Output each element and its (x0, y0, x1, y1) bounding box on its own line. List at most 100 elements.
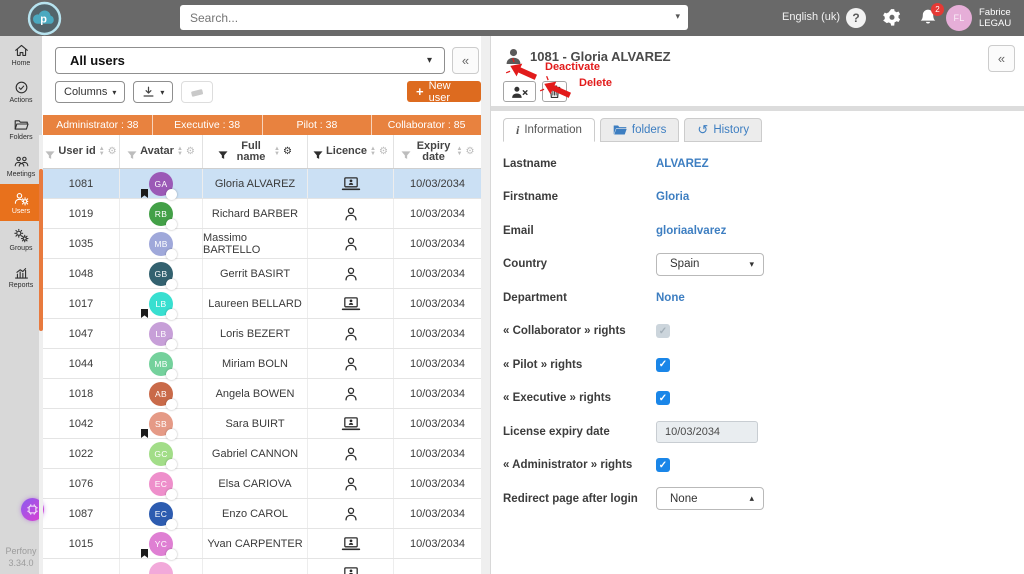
administrator-rights-checkbox[interactable]: ✓ (656, 458, 670, 473)
sort-icons[interactable]: ▲ ▼ (457, 146, 463, 157)
sort-icons[interactable]: ▲ ▼ (177, 146, 183, 157)
table-row[interactable]: 1042 SB Sara BUIRT 10/03/2034 (43, 409, 481, 440)
column-settings-icon[interactable]: ⚙ (186, 146, 195, 157)
column-header-user-id[interactable]: User id ▲ ▼ ⚙ (43, 135, 120, 168)
status-dot (166, 518, 177, 530)
column-header-licence[interactable]: Licence ▲ ▼ ⚙ (308, 135, 394, 168)
help-icon[interactable]: ? (846, 8, 866, 28)
user-id: 1048 (68, 267, 94, 280)
bell-icon[interactable]: 2 (917, 3, 944, 29)
field-label-email: Email (503, 224, 534, 237)
avatar[interactable]: EC (149, 501, 177, 530)
avatar[interactable] (149, 561, 173, 574)
table-row[interactable]: 1015 YC Yvan CARPENTER 10/03/2034 (43, 529, 481, 560)
sidebar-item-actions[interactable]: Actions (0, 73, 42, 110)
avatar[interactable]: LB (141, 291, 177, 320)
avatar[interactable]: GB (149, 261, 177, 290)
table-row[interactable]: 1018 AB Angela BOWEN 10/03/2034 (43, 379, 481, 410)
search-input[interactable] (180, 5, 670, 30)
column-settings-icon[interactable]: ⚙ (108, 146, 117, 157)
filter-icon[interactable] (401, 147, 411, 159)
sort-icons[interactable]: ▲ ▼ (99, 146, 105, 157)
user-id: 1047 (68, 327, 94, 340)
user-detail-panel: 1081 - Gloria ALVAREZ « Deactivate Delet… (490, 36, 1024, 574)
licence-person-icon (341, 266, 361, 282)
expiry-date: 10/03/2034 (409, 537, 466, 550)
export-button[interactable]: ▾ (133, 81, 174, 103)
field-value-email[interactable]: gloriaalvarez (656, 225, 726, 237)
expiry-date: 10/03/2034 (409, 387, 466, 400)
column-header-full-name[interactable]: Full name ▲ ▼ ⚙ (203, 135, 308, 168)
sidebar-item-users[interactable]: Users (0, 184, 42, 221)
table-row[interactable]: 1017 LB Laureen BELLARD 10/03/2034 (43, 289, 481, 320)
field-label-collaborator-rights: « Collaborator » rights (503, 325, 626, 338)
column-settings-icon[interactable]: ⚙ (283, 146, 292, 157)
country-select[interactable]: Spain ▾ (656, 252, 764, 276)
column-settings-icon[interactable]: ⚙ (379, 146, 388, 157)
executive-rights-checkbox[interactable]: ✓ (656, 391, 670, 406)
table-row[interactable]: 1022 GC Gabriel CANNON 10/03/2034 (43, 439, 481, 470)
user-avatar[interactable]: FL (946, 5, 972, 31)
column-header-expiry-date[interactable]: Expiry date ▲ ▼ ⚙ (394, 135, 481, 168)
field-value-lastname[interactable]: ALVAREZ (656, 158, 709, 170)
avatar[interactable]: MB (149, 351, 177, 380)
scrollbar-thumb[interactable] (39, 169, 43, 331)
pilot-rights-checkbox[interactable]: ✓ (656, 357, 670, 372)
detail-tabs: i Information folders ↺ History (503, 118, 763, 142)
sidebar-item-home[interactable]: Home (0, 36, 42, 73)
column-header-avatar[interactable]: Avatar ▲ ▼ ⚙ (120, 135, 203, 168)
table-row[interactable]: 1081 GA Gloria ALVAREZ 10/03/2034 (43, 169, 481, 200)
table-scrollbar[interactable] (39, 135, 43, 574)
field-value-department[interactable]: None (656, 292, 685, 304)
table-row[interactable]: 1035 MB Massimo BARTELLO 10/03/2034 (43, 229, 481, 260)
avatar[interactable]: YC (141, 531, 177, 560)
table-row[interactable]: 1076 EC Elsa CARIOVA 10/03/2034 (43, 469, 481, 500)
avatar[interactable]: GC (149, 441, 177, 470)
table-row[interactable]: 1019 RB Richard BARBER 10/03/2034 (43, 199, 481, 230)
sidebar-item-meetings[interactable]: Meetings (0, 147, 42, 184)
perfony-logo-icon[interactable]: p (27, 1, 62, 36)
field-label-lastname: Lastname (503, 157, 557, 170)
collapse-detail-panel-button[interactable]: « (988, 45, 1015, 72)
avatar[interactable]: RB (149, 201, 177, 230)
filter-icon[interactable] (45, 147, 55, 159)
tab-folders[interactable]: folders (599, 118, 680, 142)
avatar[interactable]: LB (149, 321, 177, 350)
language-selector[interactable]: English (uk) (782, 11, 840, 23)
view-selector[interactable]: All users ▾ (55, 47, 445, 74)
filter-icon[interactable] (313, 147, 323, 159)
collapse-list-panel-button[interactable]: « (452, 47, 479, 74)
filter-icon[interactable] (127, 147, 137, 159)
avatar[interactable]: GA (141, 171, 177, 200)
sidebar-item-folders[interactable]: Folders (0, 110, 42, 147)
sidebar-item-reports[interactable]: Reports (0, 258, 42, 295)
search-dropdown-caret-icon[interactable]: ▾ (675, 11, 680, 22)
avatar[interactable]: SB (141, 411, 177, 440)
table-row[interactable] (43, 559, 481, 574)
redirect-page-after-login-select[interactable]: None ▴ (656, 487, 764, 511)
expiry-date: 10/03/2034 (409, 507, 466, 520)
clear-filters-button[interactable] (181, 81, 214, 103)
table-row[interactable]: 1047 LB Loris BEZERT 10/03/2034 (43, 319, 481, 350)
filter-icon[interactable] (218, 147, 228, 159)
tab-information[interactable]: i Information (503, 118, 595, 142)
sort-icons[interactable]: ▲ ▼ (274, 146, 280, 157)
gear-icon[interactable] (881, 7, 903, 29)
field-value-firstname[interactable]: Gloria (656, 191, 689, 203)
license-expiry-date-input[interactable]: 10/03/2034 (656, 420, 758, 443)
status-dot (166, 218, 177, 230)
users-list-panel: All users ▾ « Columns ▾ ▾ + New user Adm… (42, 36, 481, 574)
sort-icons[interactable]: ▲ ▼ (370, 146, 376, 157)
user-name[interactable]: Fabrice LEGAU (979, 7, 1011, 29)
table-row[interactable]: 1048 GB Gerrit BASIRT 10/03/2034 (43, 259, 481, 290)
table-row[interactable]: 1044 MB Miriam BOLN 10/03/2034 (43, 349, 481, 380)
avatar[interactable]: AB (149, 381, 177, 410)
table-row[interactable]: 1087 EC Enzo CAROL 10/03/2034 (43, 499, 481, 530)
avatar[interactable]: MB (149, 231, 177, 260)
columns-button[interactable]: Columns ▾ (55, 81, 126, 103)
column-settings-icon[interactable]: ⚙ (465, 146, 474, 157)
sidebar-item-groups[interactable]: Groups (0, 221, 42, 258)
new-user-button[interactable]: + New user (407, 80, 481, 104)
tab-history[interactable]: ↺ History (684, 118, 763, 142)
avatar[interactable]: EC (149, 471, 177, 500)
